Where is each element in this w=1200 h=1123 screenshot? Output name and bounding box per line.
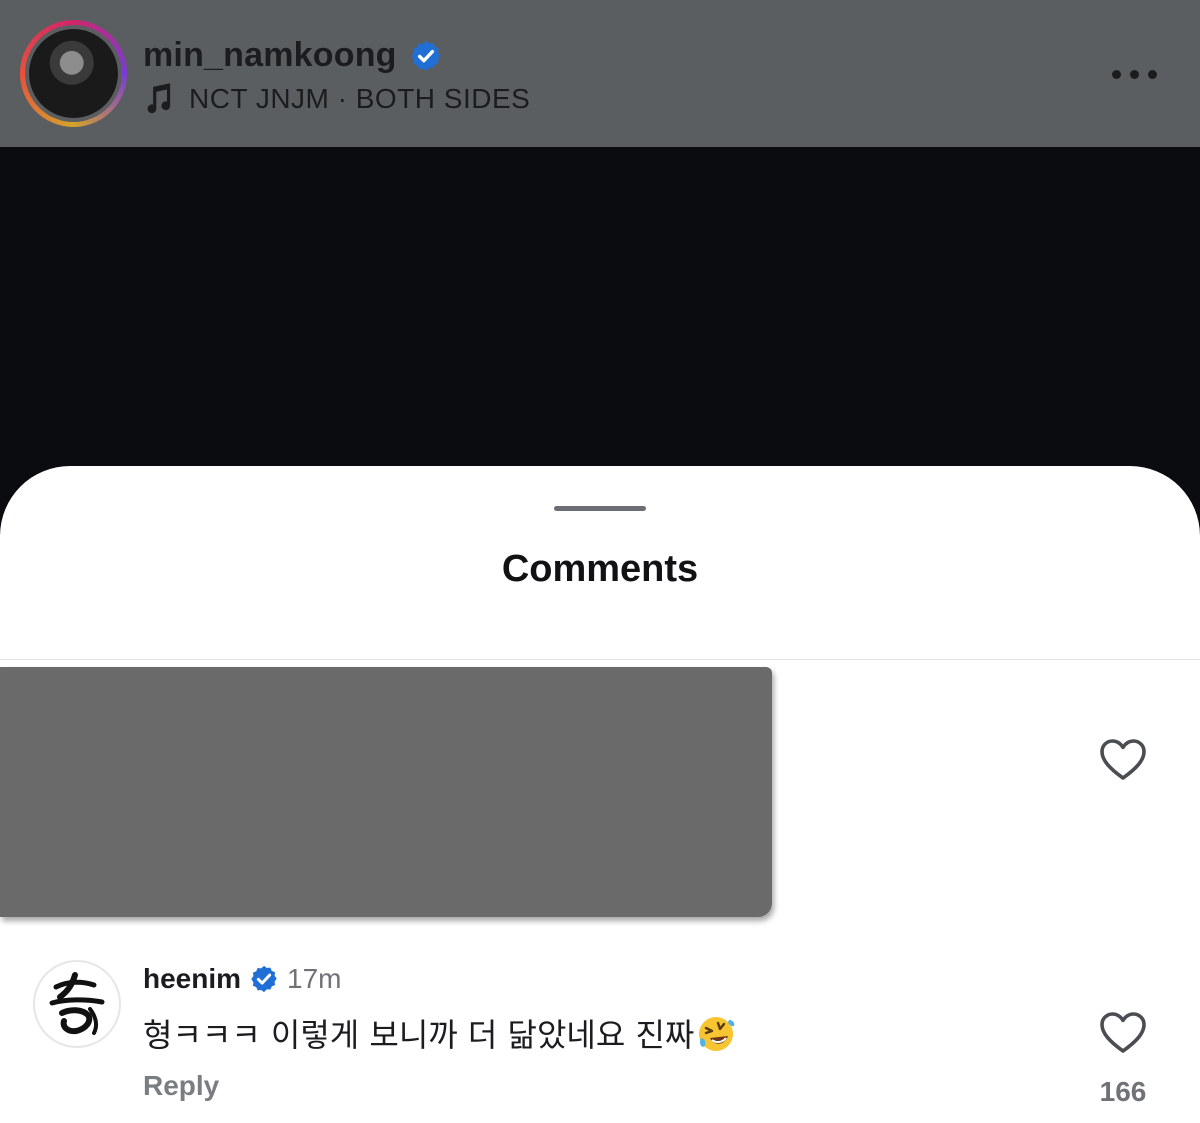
dot (1112, 69, 1121, 79)
comment-body: 형ㅋㅋㅋ 이렇게 보니까 더 닮았네요 진짜 (143, 1016, 695, 1054)
audio-row[interactable]: NCT JNJM · BOTH SIDES (143, 82, 530, 116)
heart-icon[interactable] (1099, 738, 1147, 782)
comment-username[interactable]: heenim (143, 963, 241, 995)
profile-avatar[interactable] (20, 20, 127, 127)
more-options-icon[interactable] (1112, 62, 1166, 86)
sheet-grabber[interactable] (554, 506, 646, 511)
reply-button[interactable]: Reply (143, 1070, 219, 1102)
username-row: min_namkoong (143, 36, 443, 75)
post-header: min_namkoong NCT JNJM · BOTH SIDES (0, 0, 1200, 147)
avatar-photo (29, 29, 118, 118)
comment-header: heenim 17m (143, 963, 342, 995)
verified-badge-icon (411, 40, 441, 71)
divider (0, 659, 1200, 660)
verified-badge-icon (251, 965, 277, 993)
calligraphy-logo (49, 972, 105, 1035)
audio-label: NCT JNJM · BOTH SIDES (189, 83, 531, 114)
comment-text: 형ㅋㅋㅋ 이렇게 보니까 더 닮았네요 진짜 (143, 1010, 736, 1057)
post-username[interactable]: min_namkoong (143, 36, 397, 75)
dot (1130, 69, 1139, 79)
video-area[interactable] (0, 147, 1200, 477)
comment-timestamp: 17m (287, 963, 342, 994)
commenter-avatar[interactable] (33, 960, 121, 1048)
comments-sheet: Comments heenim 17m 형ㅋㅋㅋ 이렇게 보니까 더 닮았네요 … (0, 466, 1200, 1123)
redacted-comment-block (0, 667, 772, 917)
heart-icon[interactable] (1099, 1011, 1147, 1055)
dot (1148, 69, 1157, 79)
laughing-emoji-icon (699, 1017, 735, 1051)
like-count: 166 (1099, 1076, 1147, 1107)
sheet-title: Comments (501, 548, 699, 590)
reel-comments-screen: min_namkoong NCT JNJM · BOTH SIDES Comme… (0, 0, 1200, 1123)
music-note-icon (147, 83, 171, 114)
